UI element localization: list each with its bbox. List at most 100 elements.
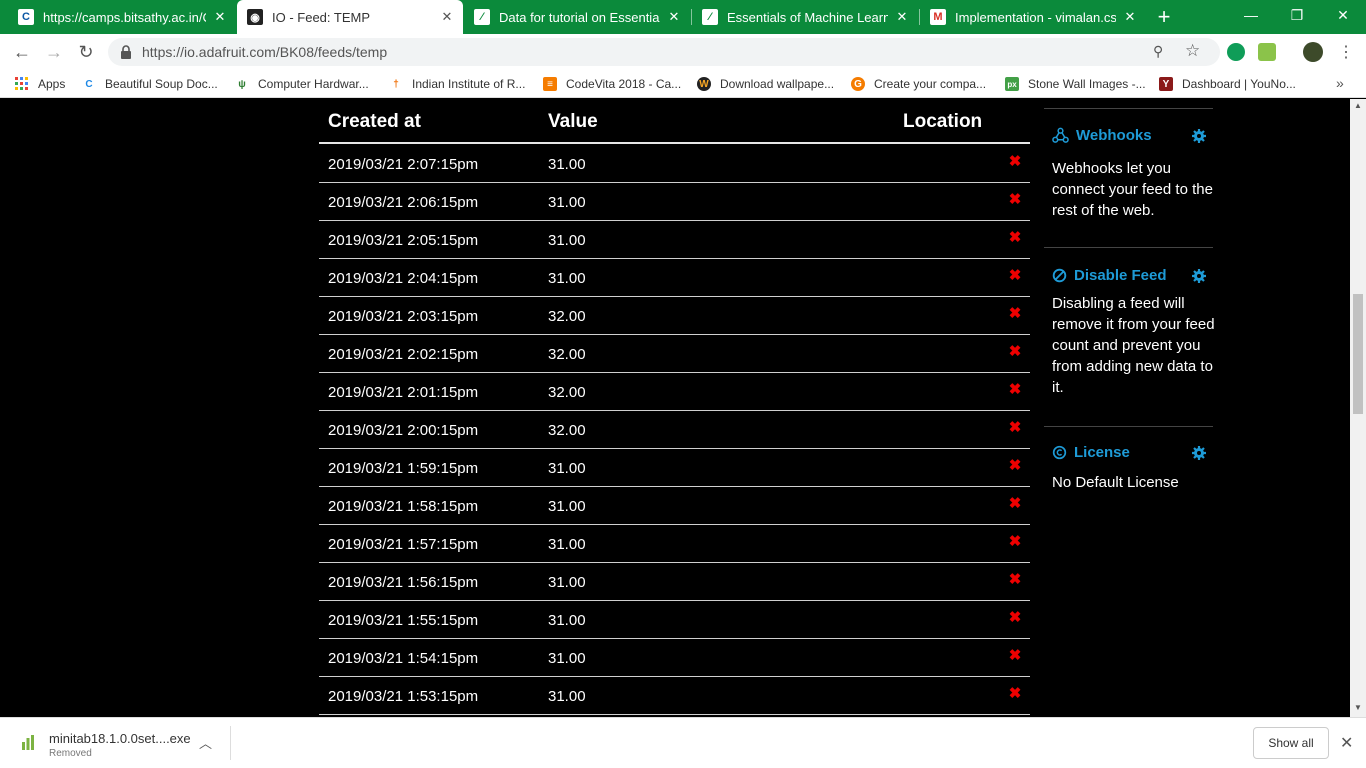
forward-icon[interactable]: → [41, 39, 67, 65]
bookmark-label: Download wallpape... [720, 77, 835, 91]
table-row: 2019/03/21 2:03:15pm 32.00 ✖ [319, 297, 1030, 335]
table-row: 2019/03/21 2:05:15pm 31.00 ✖ [319, 221, 1030, 259]
disable-feed-title[interactable]: Disable Feed [1052, 267, 1167, 284]
close-icon[interactable]: ✕ [439, 9, 455, 25]
created-at-cell: 2019/03/21 2:03:15pm [328, 308, 479, 325]
back-icon[interactable]: ← [9, 39, 35, 65]
hangouts-extension-icon[interactable] [1227, 43, 1245, 61]
delete-icon[interactable]: ✖ [1008, 154, 1022, 169]
bookmark-download-wallpaper[interactable]: W Download wallpape... [697, 75, 834, 93]
gear-icon[interactable] [1192, 129, 1206, 143]
created-at-cell: 2019/03/21 2:02:15pm [328, 346, 479, 363]
download-filename[interactable]: minitab18.1.0.0set....exe [49, 731, 191, 746]
menu-icon[interactable]: ⋮ [1333, 39, 1359, 65]
window-close-button[interactable]: ✕ [1320, 0, 1366, 30]
more-bookmarks-icon[interactable]: » [1336, 75, 1344, 91]
bookmark-apps[interactable]: Apps [15, 75, 65, 93]
delete-icon[interactable]: ✖ [1008, 268, 1022, 283]
delete-icon[interactable]: ✖ [1008, 230, 1022, 245]
w-icon: W [697, 77, 711, 91]
license-title[interactable]: License [1052, 444, 1130, 461]
sidebar-divider [1044, 108, 1213, 109]
new-tab-button[interactable]: + [1152, 4, 1176, 29]
close-icon[interactable]: ✕ [1340, 733, 1353, 753]
created-at-cell: 2019/03/21 1:57:15pm [328, 536, 479, 553]
value-cell: 31.00 [548, 232, 586, 249]
table-row: 2019/03/21 1:58:15pm 31.00 ✖ [319, 487, 1030, 525]
tab-io-feed-temp[interactable]: ◉ IO - Feed: TEMP ✕ [237, 0, 463, 34]
sidebar-divider [1044, 247, 1213, 248]
bookmark-stone-wall[interactable]: px Stone Wall Images -... [1005, 75, 1146, 93]
table-row: 2019/03/21 2:04:15pm 31.00 ✖ [319, 259, 1030, 297]
tab-strip: C https://camps.bitsathy.ac.in/CA ✕ ◉ IO… [0, 0, 1366, 34]
bookmark-codevita[interactable]: ≡ CodeVita 2018 - Ca... [543, 75, 681, 93]
close-icon[interactable]: ✕ [666, 9, 682, 25]
px-icon: px [1005, 77, 1019, 91]
delete-icon[interactable]: ✖ [1008, 686, 1022, 701]
created-at-cell: 2019/03/21 2:00:15pm [328, 422, 479, 439]
url-text[interactable]: https://io.adafruit.com/BK08/feeds/temp [142, 44, 387, 60]
scroll-up-icon[interactable]: ▲ [1354, 101, 1362, 110]
tab-camps[interactable]: C https://camps.bitsathy.ac.in/CA ✕ [8, 0, 236, 34]
tab-essentials-ml[interactable]: ⁄ Essentials of Machine Learning ✕ [692, 0, 918, 34]
scrollbar-thumb[interactable] [1353, 294, 1363, 414]
chart-icon: ⁄ [474, 9, 490, 25]
avatar[interactable] [1303, 42, 1323, 62]
delete-icon[interactable]: ✖ [1008, 496, 1022, 511]
page-scrollbar[interactable]: ▲ ▼ [1350, 99, 1366, 717]
extension-icon[interactable] [1258, 43, 1276, 61]
value-cell: 31.00 [548, 270, 586, 287]
tab-title: https://camps.bitsathy.ac.in/CA [43, 9, 206, 25]
minimize-button[interactable]: — [1228, 0, 1274, 30]
show-all-button[interactable]: Show all [1253, 727, 1329, 759]
zoom-icon[interactable]: ⚲ [1153, 43, 1171, 61]
delete-icon[interactable]: ✖ [1008, 344, 1022, 359]
created-at-cell: 2019/03/21 1:55:15pm [328, 612, 479, 629]
gear-icon[interactable] [1192, 446, 1206, 460]
value-cell: 31.00 [548, 688, 586, 705]
download-bar: minitab18.1.0.0set....exe Removed ︿ Show… [0, 717, 1366, 768]
c-icon: C [82, 77, 96, 91]
value-cell: 32.00 [548, 346, 586, 363]
tab-implementation[interactable]: M Implementation - vimalan.cs17 ✕ [920, 0, 1146, 34]
created-at-cell: 2019/03/21 1:59:15pm [328, 460, 479, 477]
delete-icon[interactable]: ✖ [1008, 420, 1022, 435]
webhooks-section: Webhooks Webhooks let you connect your f… [1044, 127, 1213, 227]
delete-icon[interactable]: ✖ [1008, 610, 1022, 625]
close-icon[interactable]: ✕ [212, 9, 228, 25]
scroll-down-icon[interactable]: ▼ [1354, 703, 1362, 712]
close-icon[interactable]: ✕ [1122, 9, 1138, 25]
bookmark-computer-hardware[interactable]: ψ Computer Hardwar... [235, 75, 369, 93]
gear-icon[interactable] [1192, 269, 1206, 283]
gmail-icon: M [930, 9, 946, 25]
created-at-cell: 2019/03/21 2:06:15pm [328, 194, 479, 211]
delete-icon[interactable]: ✖ [1008, 648, 1022, 663]
table-row: 2019/03/21 1:59:15pm 31.00 ✖ [319, 449, 1030, 487]
delete-icon[interactable]: ✖ [1008, 572, 1022, 587]
delete-icon[interactable]: ✖ [1008, 458, 1022, 473]
bookmark-star-icon[interactable]: ☆ [1185, 41, 1203, 61]
bookmark-dashboard[interactable]: Y Dashboard | YouNo... [1159, 75, 1296, 93]
chevron-up-icon[interactable]: ︿ [199, 733, 212, 752]
close-icon[interactable]: ✕ [894, 9, 910, 25]
page-content: Created at Value Location 2019/03/21 2:0… [0, 99, 1350, 717]
webhooks-title[interactable]: Webhooks [1052, 127, 1152, 144]
address-bar[interactable]: https://io.adafruit.com/BK08/feeds/temp … [108, 38, 1220, 66]
delete-icon[interactable]: ✖ [1008, 534, 1022, 549]
table-row: 2019/03/21 1:54:15pm 31.00 ✖ [319, 639, 1030, 677]
copyright-icon [1052, 445, 1067, 460]
delete-icon[interactable]: ✖ [1008, 192, 1022, 207]
license-label: License [1074, 444, 1130, 461]
bookmark-beautiful-soup[interactable]: C Beautiful Soup Doc... [82, 75, 218, 93]
maximize-button[interactable]: ❐ [1274, 0, 1320, 30]
delete-icon[interactable]: ✖ [1008, 382, 1022, 397]
apps-grid-icon [15, 77, 28, 90]
delete-icon[interactable]: ✖ [1008, 306, 1022, 321]
palm-icon: ψ [235, 77, 249, 91]
bookmark-label: Create your compa... [874, 77, 987, 91]
reload-icon[interactable]: ↻ [73, 39, 99, 65]
bookmark-create-company[interactable]: G Create your compa... [851, 75, 986, 93]
tab-data-tutorial[interactable]: ⁄ Data for tutorial on Essential M ✕ [464, 0, 690, 34]
table-header: Created at Value Location [319, 103, 1030, 144]
bookmark-indian-institute[interactable]: † Indian Institute of R... [389, 75, 525, 93]
